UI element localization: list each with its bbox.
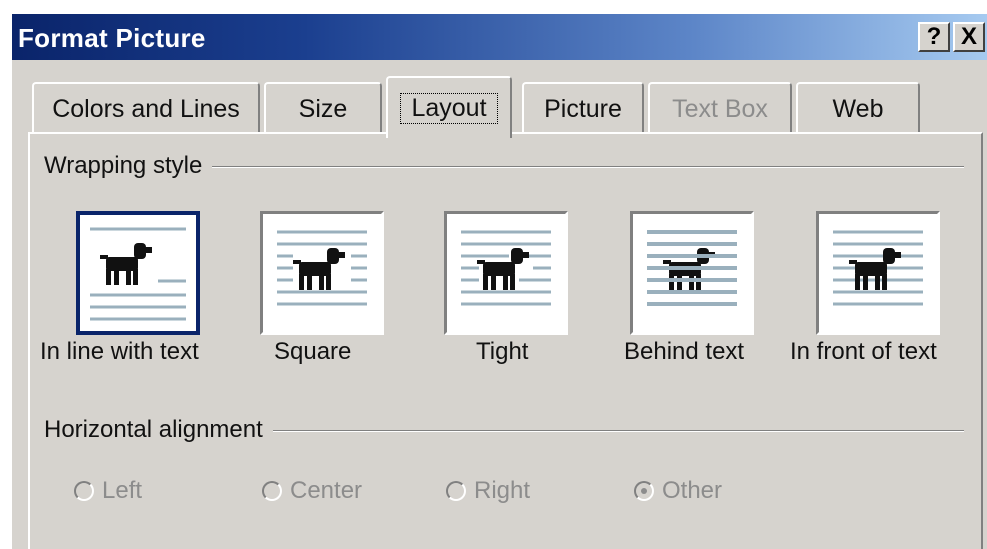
- dialog-title: Format Picture: [18, 23, 206, 53]
- radio-left-label: Left: [102, 477, 143, 504]
- radio-right: Right: [446, 477, 530, 505]
- radio-left-circle: [74, 481, 94, 501]
- wrap-front-icon: [833, 230, 923, 306]
- wrap-square-icon: [277, 230, 367, 306]
- wrap-option-front[interactable]: [816, 211, 940, 335]
- tab-layout[interactable]: Layout: [386, 76, 512, 138]
- wrap-label-inline[interactable]: In line with text: [40, 338, 199, 366]
- radio-right-label: Right: [474, 477, 531, 504]
- tab-size[interactable]: Size: [264, 82, 382, 134]
- radio-center-label: Center: [290, 477, 363, 504]
- wrap-inline-icon: [90, 227, 186, 321]
- wrap-option-tight[interactable]: [444, 211, 568, 335]
- help-button[interactable]: ?: [918, 22, 950, 52]
- wrap-option-inline[interactable]: [76, 211, 200, 335]
- format-picture-dialog: Format Picture ? X Colors and Lines Size…: [12, 14, 987, 549]
- title-bar[interactable]: Format Picture ? X: [12, 14, 987, 60]
- close-button[interactable]: X: [953, 22, 985, 52]
- wrapping-style-label: Wrapping style: [44, 152, 213, 180]
- tab-text-box: Text Box: [648, 82, 792, 134]
- radio-right-circle: [446, 481, 466, 501]
- tab-web[interactable]: Web: [796, 82, 920, 134]
- tab-picture[interactable]: Picture: [522, 82, 644, 134]
- wrap-label-tight[interactable]: Tight: [476, 338, 528, 366]
- radio-center: Center: [262, 477, 362, 505]
- wrap-behind-icon: [647, 230, 737, 306]
- radio-other-dot: [641, 488, 647, 494]
- wrap-tight-icon: [461, 230, 551, 306]
- layout-panel: Wrapping style In line with text Square …: [28, 132, 983, 549]
- wrap-option-behind[interactable]: [630, 211, 754, 335]
- radio-other: Other: [634, 477, 722, 505]
- radio-other-label: Other: [662, 477, 723, 504]
- wrap-label-front[interactable]: In front of text: [790, 338, 937, 366]
- tab-colors-and-lines[interactable]: Colors and Lines: [32, 82, 260, 134]
- radio-center-circle: [262, 481, 282, 501]
- wrap-label-behind[interactable]: Behind text: [624, 338, 744, 366]
- radio-other-circle: [634, 481, 654, 501]
- radio-left: Left: [74, 477, 142, 505]
- wrap-option-square[interactable]: [260, 211, 384, 335]
- wrap-label-square[interactable]: Square: [274, 338, 351, 366]
- horizontal-alignment-label: Horizontal alignment: [44, 416, 273, 444]
